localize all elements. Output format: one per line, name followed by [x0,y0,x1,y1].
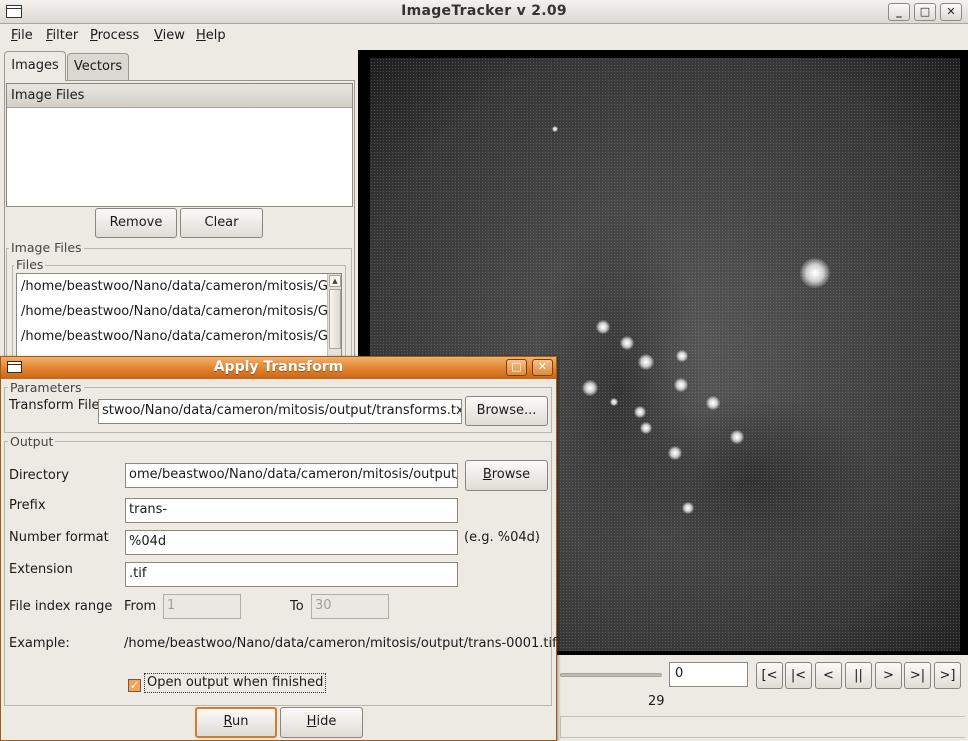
number-format-hint: (e.g. %04d) [464,530,540,545]
skip-back-button[interactable]: |< [785,662,812,689]
list-item[interactable]: /home/beastwoo/Nano/data/cameron/mitosis… [17,274,327,299]
frame-count: 29 [648,694,665,709]
browse-directory-button[interactable]: Browse [465,460,548,491]
extension-input[interactable]: .tif [125,562,458,587]
browse-transform-button[interactable]: Browse... [465,396,548,426]
prefix-input[interactable]: trans- [125,498,458,523]
menu-filter[interactable]: Filter [46,28,78,43]
to-label: To [290,599,304,614]
transform-file-input[interactable]: stwoo/Nano/data/cameron/mitosis/output/t… [98,399,462,424]
menu-process[interactable]: Process [90,28,139,43]
window-titlebar: ImageTracker v 2.09 _ □ ✕ [0,0,968,24]
scroll-up-icon[interactable]: ▲ [329,275,341,287]
example-label: Example: [9,636,70,651]
image-files-list[interactable]: Image Files [6,83,353,207]
files-scrollbar[interactable]: ▲ [327,274,341,362]
menu-help[interactable]: Help [196,28,226,43]
from-input[interactable]: 1 [163,594,241,619]
directory-input[interactable]: ome/beastwoo/Nano/data/cameron/mitosis/o… [125,463,458,488]
pause-button[interactable]: || [845,662,872,689]
minimize-button[interactable]: _ [888,3,910,21]
tab-vectors[interactable]: Vectors [67,53,129,80]
menubar: File Filter Process View Help [0,24,968,48]
status-bar [560,716,965,738]
remove-button[interactable]: Remove [95,208,177,238]
number-format-label: Number format [9,530,109,545]
skip-forward-button[interactable]: >| [904,662,931,689]
directory-label: Directory [9,468,69,483]
frame-slider[interactable] [560,673,662,677]
number-format-input[interactable]: %04d [125,530,458,555]
list-item[interactable]: /home/beastwoo/Nano/data/cameron/mitosis… [17,299,327,324]
dialog-maximize-button[interactable]: □ [506,359,527,376]
from-label: From [124,599,157,614]
tab-images[interactable]: Images [4,51,66,81]
output-group-label: Output [8,434,56,449]
open-output-checkbox[interactable]: ✓ [128,679,141,692]
next-frame-button[interactable]: > [875,662,902,689]
menu-view[interactable]: View [154,28,185,43]
example-value: /home/beastwoo/Nano/data/cameron/mitosis… [124,636,557,651]
list-item[interactable]: /home/beastwoo/Nano/data/cameron/mitosis… [17,324,327,349]
dialog-titlebar[interactable]: Apply Transform □ ✕ [1,357,556,379]
files-group-label: Files [14,257,46,272]
last-frame-button[interactable]: >] [934,662,961,689]
run-button[interactable]: Run [195,707,277,738]
file-index-range-label: File index range [9,599,113,614]
frame-input[interactable]: 0 [669,662,748,687]
prefix-label: Prefix [9,498,46,513]
hide-button[interactable]: Hide [280,707,363,738]
open-output-label[interactable]: Open output when finished [144,673,327,693]
close-button[interactable]: ✕ [940,3,962,21]
dialog-title: Apply Transform [213,359,344,375]
menu-file[interactable]: File [11,28,33,43]
to-input[interactable]: 30 [311,594,389,619]
first-frame-button[interactable]: [< [756,662,783,689]
window-title: ImageTracker v 2.09 [401,3,567,19]
previous-frame-button[interactable]: < [815,662,842,689]
parameters-group-label: Parameters [8,380,84,395]
maximize-button[interactable]: □ [914,3,936,21]
scroll-thumb[interactable] [329,289,341,349]
extension-label: Extension [9,562,73,577]
files-list[interactable]: /home/beastwoo/Nano/data/cameron/mitosis… [16,273,342,363]
transform-file-label: Transform File [9,398,100,413]
clear-button[interactable]: Clear [180,208,263,238]
image-files-group-label: Image Files [9,240,84,255]
dialog-close-button[interactable]: ✕ [532,359,553,376]
image-files-header[interactable]: Image Files [7,84,352,108]
